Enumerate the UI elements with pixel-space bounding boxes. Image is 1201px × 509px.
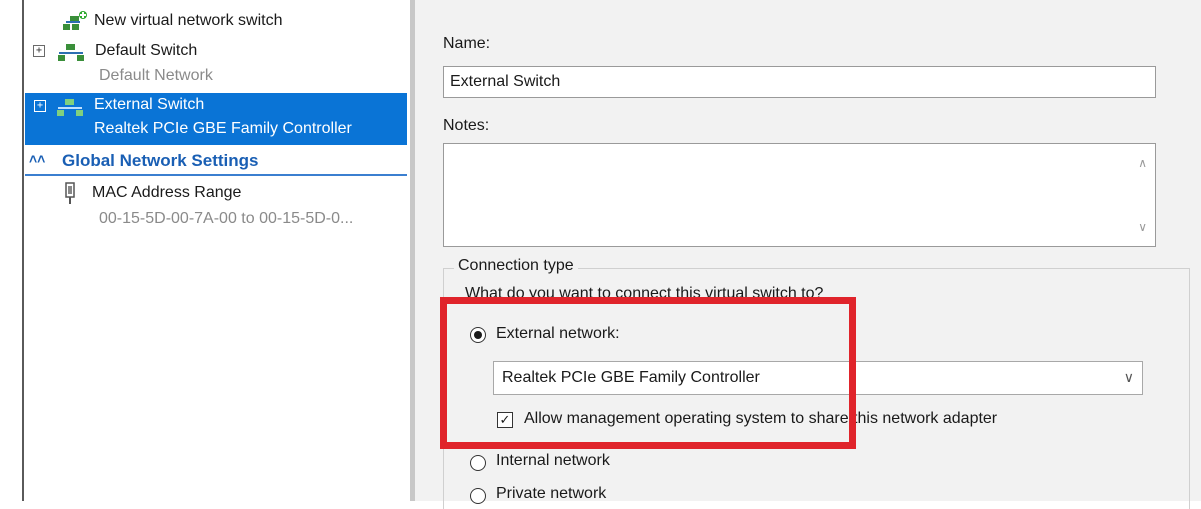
left-border	[22, 0, 24, 501]
name-label: Name:	[443, 35, 491, 52]
tree-item-label: MAC Address Range	[92, 184, 242, 201]
switch-properties-pane: Name: Notes: ∧ ∨ Connection type What do…	[415, 0, 1201, 509]
tree-item-external-switch[interactable]: + External Switch Realtek PCIe GBE Famil…	[25, 93, 407, 145]
group-title: Connection type	[454, 257, 578, 275]
tree-item-label: External Switch	[94, 96, 205, 113]
chevron-down-icon[interactable]: ∨	[1124, 369, 1134, 386]
selected-adapter: Realtek PCIe GBE Family Controller	[502, 369, 760, 386]
scroll-up-icon[interactable]: ∧	[1138, 156, 1147, 170]
tree-item-sublabel: 00-15-5D-00-7A-00 to 00-15-5D-0...	[99, 210, 354, 227]
connection-question: What do you want to connect this virtual…	[465, 285, 824, 302]
network-adapter-select[interactable]: Realtek PCIe GBE Family Controller ∨	[493, 361, 1143, 395]
private-network-radio[interactable]	[470, 488, 486, 504]
notes-label: Notes:	[443, 117, 490, 134]
internal-network-radio[interactable]	[470, 455, 486, 471]
external-network-radio[interactable]	[470, 327, 486, 343]
expand-icon[interactable]: +	[33, 45, 45, 57]
network-adapter-icon	[65, 182, 75, 204]
network-switch-icon	[57, 99, 83, 116]
tree-item-mac-range[interactable]: MAC Address Range 00-15-5D-00-7A-00 to 0…	[62, 180, 407, 230]
external-network-label[interactable]: External network:	[496, 325, 620, 343]
left-pane: New virtual network switch + Default Swi…	[0, 0, 410, 501]
internal-network-label[interactable]: Internal network	[496, 452, 610, 470]
tree-item-default-switch[interactable]: + Default Switch Default Network	[30, 40, 410, 90]
private-network-label[interactable]: Private network	[496, 485, 606, 503]
notes-textarea[interactable]: ∧ ∨	[443, 143, 1156, 247]
section-title: Global Network Settings	[62, 151, 259, 170]
network-add-icon	[63, 11, 87, 30]
network-switch-icon	[58, 44, 84, 61]
tree-item-label: Default Switch	[95, 42, 198, 59]
allow-management-label[interactable]: Allow management operating system to sha…	[524, 410, 997, 428]
collapse-chevron-icon[interactable]: ˄˄	[29, 151, 45, 167]
tree-item-label: New virtual network switch	[94, 12, 283, 29]
expand-icon[interactable]: +	[34, 100, 46, 112]
tree-item-sublabel: Realtek PCIe GBE Family Controller	[94, 120, 352, 137]
global-network-settings-header[interactable]: ˄˄ Global Network Settings	[25, 150, 407, 176]
scroll-down-icon[interactable]: ∨	[1138, 220, 1147, 234]
tree-item-sublabel: Default Network	[99, 67, 213, 84]
allow-management-checkbox[interactable]: ✓	[497, 412, 513, 428]
name-input[interactable]	[443, 66, 1156, 98]
